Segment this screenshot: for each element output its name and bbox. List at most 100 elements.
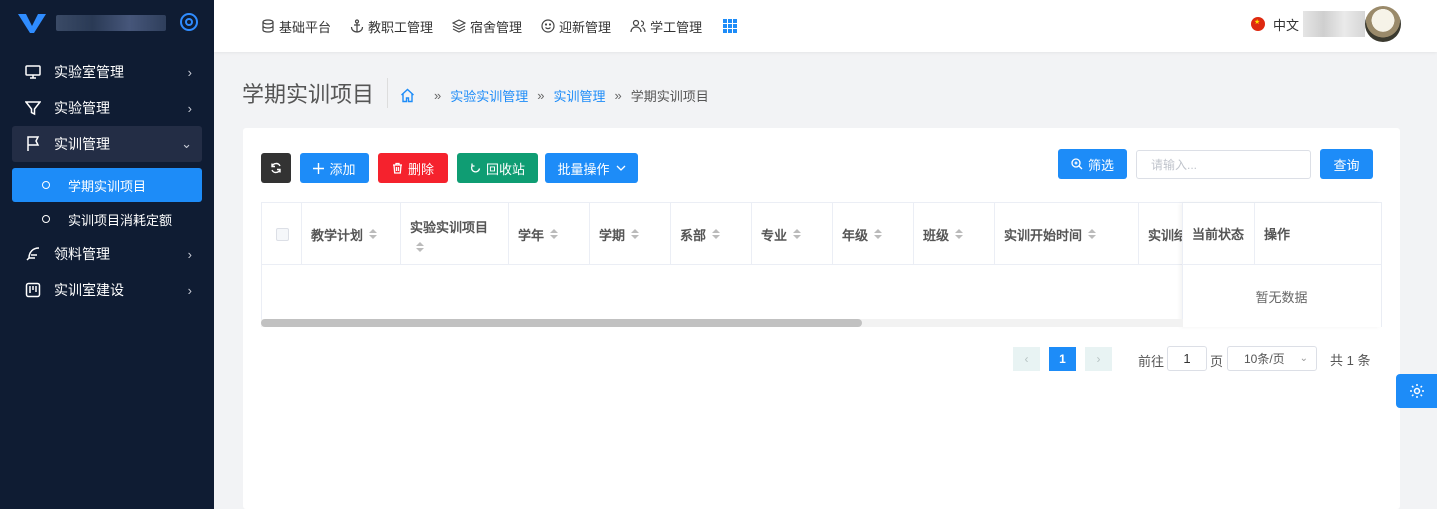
- sidebar-item-material-management[interactable]: 领料管理 ›: [0, 236, 214, 272]
- filter-icon: [24, 99, 42, 117]
- sidebar-subitem-consumption-quota[interactable]: 实训项目消耗定额: [12, 202, 202, 236]
- sort-icon[interactable]: [955, 229, 964, 239]
- empty-placeholder: 暂无数据: [1255, 290, 1308, 305]
- smile-icon: [541, 19, 555, 33]
- chevron-right-icon: ›: [187, 64, 192, 80]
- goto-page-input[interactable]: [1167, 346, 1207, 371]
- column-label: 系部: [680, 227, 707, 243]
- column-header[interactable]: 实训开始时间: [995, 203, 1139, 265]
- batch-operation-label: 批量操作: [557, 161, 610, 177]
- breadcrumb-item[interactable]: 实训管理: [553, 86, 605, 105]
- breadcrumb-item[interactable]: 实验实训管理: [450, 86, 528, 105]
- chevron-right-icon: ›: [187, 100, 192, 116]
- topnav-base-platform[interactable]: 基础平台: [261, 17, 331, 36]
- select-all-checkbox[interactable]: [275, 227, 289, 241]
- prev-page-button[interactable]: ‹: [1013, 347, 1040, 371]
- topnav-welcome[interactable]: 迎新管理: [541, 17, 611, 36]
- recycle-bin-label: 回收站: [485, 161, 525, 177]
- column-label: 实验实训项目: [410, 219, 489, 235]
- horizontal-scrollbar-thumb[interactable]: [261, 319, 862, 327]
- sidebar-item-label: 实验室管理: [54, 64, 124, 80]
- column-header[interactable]: 专业: [752, 203, 833, 265]
- sort-icon[interactable]: [369, 229, 378, 239]
- delete-button[interactable]: 删除: [378, 153, 448, 183]
- column-header[interactable]: 教学计划: [302, 203, 401, 265]
- page-size-select[interactable]: 10条/页 ⌄: [1227, 346, 1317, 371]
- page-number-button[interactable]: 1: [1049, 347, 1076, 371]
- fixed-right-columns: 当前状态 操作: [1182, 203, 1381, 327]
- topnav-student-affairs[interactable]: 学工管理: [630, 17, 702, 36]
- username-blurred[interactable]: [1303, 11, 1365, 37]
- avatar[interactable]: [1365, 6, 1401, 42]
- title-divider: [387, 78, 388, 108]
- column-label: 班级: [923, 227, 950, 243]
- sidebar-item-experiment-management[interactable]: 实验管理 ›: [0, 90, 214, 126]
- sort-icon[interactable]: [874, 229, 883, 239]
- column-header[interactable]: 系部: [671, 203, 752, 265]
- page-unit-label: 页: [1210, 354, 1224, 369]
- sidebar-item-room-construction[interactable]: 实训室建设 ›: [0, 272, 214, 308]
- gear-icon: [1409, 384, 1424, 398]
- sidebar-item-label: 领料管理: [54, 246, 110, 262]
- column-header[interactable]: 班级: [914, 203, 995, 265]
- select-all-cell: [262, 203, 302, 265]
- sidebar-subitem-semester-training[interactable]: 学期实训项目: [12, 168, 202, 202]
- plus-icon: [313, 162, 325, 174]
- column-header-status[interactable]: 当前状态: [1183, 203, 1255, 264]
- apps-grid-icon[interactable]: [723, 19, 738, 33]
- home-icon[interactable]: [400, 88, 415, 103]
- sort-icon[interactable]: [793, 229, 802, 239]
- refresh-button[interactable]: [261, 153, 291, 183]
- column-label: 实训开始时间: [1004, 227, 1083, 243]
- top-header: 基础平台 教职工管理 宿舍管理 迎新管理 学工管理 中文: [214, 0, 1437, 52]
- language-switch[interactable]: 中文: [1273, 15, 1299, 34]
- sort-icon[interactable]: [550, 229, 559, 239]
- topnav-label: 学工管理: [650, 19, 703, 35]
- batch-operation-button[interactable]: 批量操作: [545, 153, 638, 183]
- chevron-right-icon: ›: [187, 246, 192, 262]
- breadcrumb-separator: »: [537, 88, 545, 103]
- add-button[interactable]: 添加: [300, 153, 369, 183]
- search-input[interactable]: [1136, 150, 1311, 179]
- column-header[interactable]: 年级: [833, 203, 914, 265]
- next-page-button[interactable]: ›: [1085, 347, 1112, 371]
- restore-icon: [470, 163, 481, 172]
- refresh-icon: [271, 162, 281, 174]
- breadcrumb-separator: »: [434, 88, 442, 103]
- sort-icon[interactable]: [631, 229, 640, 239]
- trash-icon: [392, 162, 402, 174]
- collapse-sidebar-icon[interactable]: [180, 13, 198, 31]
- chevron-down-icon: ⌄: [1299, 353, 1308, 364]
- china-flag-icon: [1250, 17, 1265, 31]
- sidebar-item-label: 实验管理: [54, 100, 110, 116]
- topnav-staff[interactable]: 教职工管理: [350, 17, 433, 36]
- query-button[interactable]: 查询: [1320, 149, 1373, 179]
- column-header[interactable]: 实验实训项目: [401, 203, 509, 265]
- total-count: 共 1 条: [1330, 353, 1371, 368]
- topnav-dorm[interactable]: 宿舍管理: [452, 17, 522, 36]
- sidebar-item-training-management[interactable]: 实训管理 ⌄: [12, 126, 202, 162]
- bullet-icon: [42, 215, 50, 223]
- column-label: 学期: [599, 227, 626, 243]
- settings-float-button[interactable]: [1396, 374, 1437, 408]
- logo-area: [0, 0, 214, 46]
- flag-icon: [24, 135, 42, 153]
- logo-icon: [18, 14, 46, 33]
- sort-icon[interactable]: [712, 229, 721, 239]
- sort-icon[interactable]: [416, 241, 424, 252]
- user-area: 中文: [1250, 6, 1401, 42]
- feather-icon: [24, 245, 42, 263]
- page-title: 学期实训项目: [242, 82, 375, 107]
- sidebar-item-label: 实训管理: [54, 136, 110, 152]
- chevron-right-icon: ›: [187, 282, 192, 298]
- sidebar-item-label: 实训室建设: [54, 282, 124, 298]
- sidebar-item-lab-management[interactable]: 实验室管理 ›: [0, 54, 214, 90]
- column-header[interactable]: 学期: [590, 203, 671, 265]
- sort-icon[interactable]: [1088, 229, 1097, 239]
- chevron-down-icon: ⌄: [181, 136, 192, 151]
- data-table: 教学计划 实验实训项目 学年 学期 系部 专业 年级 班级 实训开始时间 实训结…: [261, 202, 1382, 327]
- column-header[interactable]: 学年: [509, 203, 590, 265]
- filter-button[interactable]: 筛选: [1058, 149, 1127, 179]
- breadcrumb: » 实验实训管理 » 实训管理 » 学期实训项目: [400, 86, 709, 105]
- recycle-bin-button[interactable]: 回收站: [457, 153, 538, 183]
